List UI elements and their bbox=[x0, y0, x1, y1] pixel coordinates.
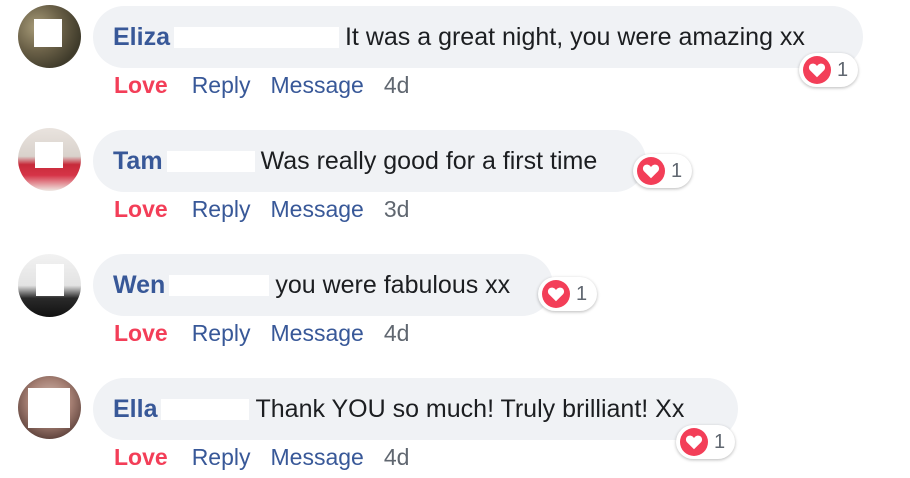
avatar[interactable] bbox=[18, 254, 81, 317]
comment-item: Tam Was really good for a first time 1 L… bbox=[0, 124, 910, 244]
message-button[interactable]: Message bbox=[271, 320, 364, 347]
reaction-summary[interactable]: 1 bbox=[633, 154, 693, 188]
love-button[interactable]: Love bbox=[114, 444, 168, 471]
reply-button[interactable]: Reply bbox=[192, 444, 251, 471]
comment-author[interactable]: Eliza bbox=[113, 23, 170, 52]
comment-item: Wen you were fabulous xx 1 Love Reply Me… bbox=[0, 248, 910, 368]
timestamp[interactable]: 3d bbox=[384, 196, 410, 223]
comment-actions: Love Reply Message 4d bbox=[114, 444, 409, 471]
heart-icon bbox=[542, 280, 570, 308]
message-button[interactable]: Message bbox=[271, 444, 364, 471]
comment-text: you were fabulous xx bbox=[275, 270, 511, 299]
love-button[interactable]: Love bbox=[114, 320, 168, 347]
comment-text: Thank YOU so much! Truly brilliant! Xx bbox=[255, 394, 685, 423]
comment-actions: Love Reply Message 4d bbox=[114, 72, 409, 99]
comment-bubble: Tam Was really good for a first time bbox=[93, 130, 646, 192]
comment-item: Ella Thank YOU so much! Truly brilliant!… bbox=[0, 372, 910, 478]
comment-thread: Eliza It was a great night, you were ama… bbox=[0, 0, 910, 478]
comment-bubble: Ella Thank YOU so much! Truly brilliant!… bbox=[93, 378, 738, 440]
comment-text: Was really good for a first time bbox=[260, 146, 598, 175]
message-button[interactable]: Message bbox=[271, 196, 364, 223]
comment-author[interactable]: Ella bbox=[113, 395, 157, 424]
reply-button[interactable]: Reply bbox=[192, 196, 251, 223]
reaction-count: 1 bbox=[837, 58, 849, 81]
comment-bubble: Eliza It was a great night, you were ama… bbox=[93, 6, 863, 68]
redacted-name bbox=[173, 26, 339, 48]
avatar[interactable] bbox=[18, 5, 81, 68]
reply-button[interactable]: Reply bbox=[192, 320, 251, 347]
reply-button[interactable]: Reply bbox=[192, 72, 251, 99]
comment-author[interactable]: Tam bbox=[113, 147, 163, 176]
reaction-count: 1 bbox=[714, 430, 726, 453]
comment-actions: Love Reply Message 3d bbox=[114, 196, 409, 223]
redacted-name bbox=[166, 150, 255, 172]
heart-icon bbox=[637, 157, 665, 185]
timestamp[interactable]: 4d bbox=[384, 444, 410, 471]
love-button[interactable]: Love bbox=[114, 196, 168, 223]
reaction-summary[interactable]: 1 bbox=[676, 425, 736, 459]
redacted-name bbox=[169, 274, 270, 296]
avatar[interactable] bbox=[18, 128, 81, 191]
timestamp[interactable]: 4d bbox=[384, 72, 410, 99]
heart-icon bbox=[803, 56, 831, 84]
love-button[interactable]: Love bbox=[114, 72, 168, 99]
comment-bubble: Wen you were fabulous xx bbox=[93, 254, 553, 316]
timestamp[interactable]: 4d bbox=[384, 320, 410, 347]
avatar[interactable] bbox=[18, 376, 81, 439]
comment-text: It was a great night, you were amazing x… bbox=[344, 22, 805, 51]
reaction-count: 1 bbox=[671, 159, 683, 182]
reaction-summary[interactable]: 1 bbox=[799, 53, 859, 87]
message-button[interactable]: Message bbox=[271, 72, 364, 99]
heart-icon bbox=[680, 428, 708, 456]
comment-author[interactable]: Wen bbox=[113, 271, 165, 300]
redacted-name bbox=[161, 398, 250, 420]
comment-actions: Love Reply Message 4d bbox=[114, 320, 409, 347]
reaction-summary[interactable]: 1 bbox=[538, 277, 598, 311]
reaction-count: 1 bbox=[576, 282, 588, 305]
comment-item: Eliza It was a great night, you were ama… bbox=[0, 0, 910, 120]
